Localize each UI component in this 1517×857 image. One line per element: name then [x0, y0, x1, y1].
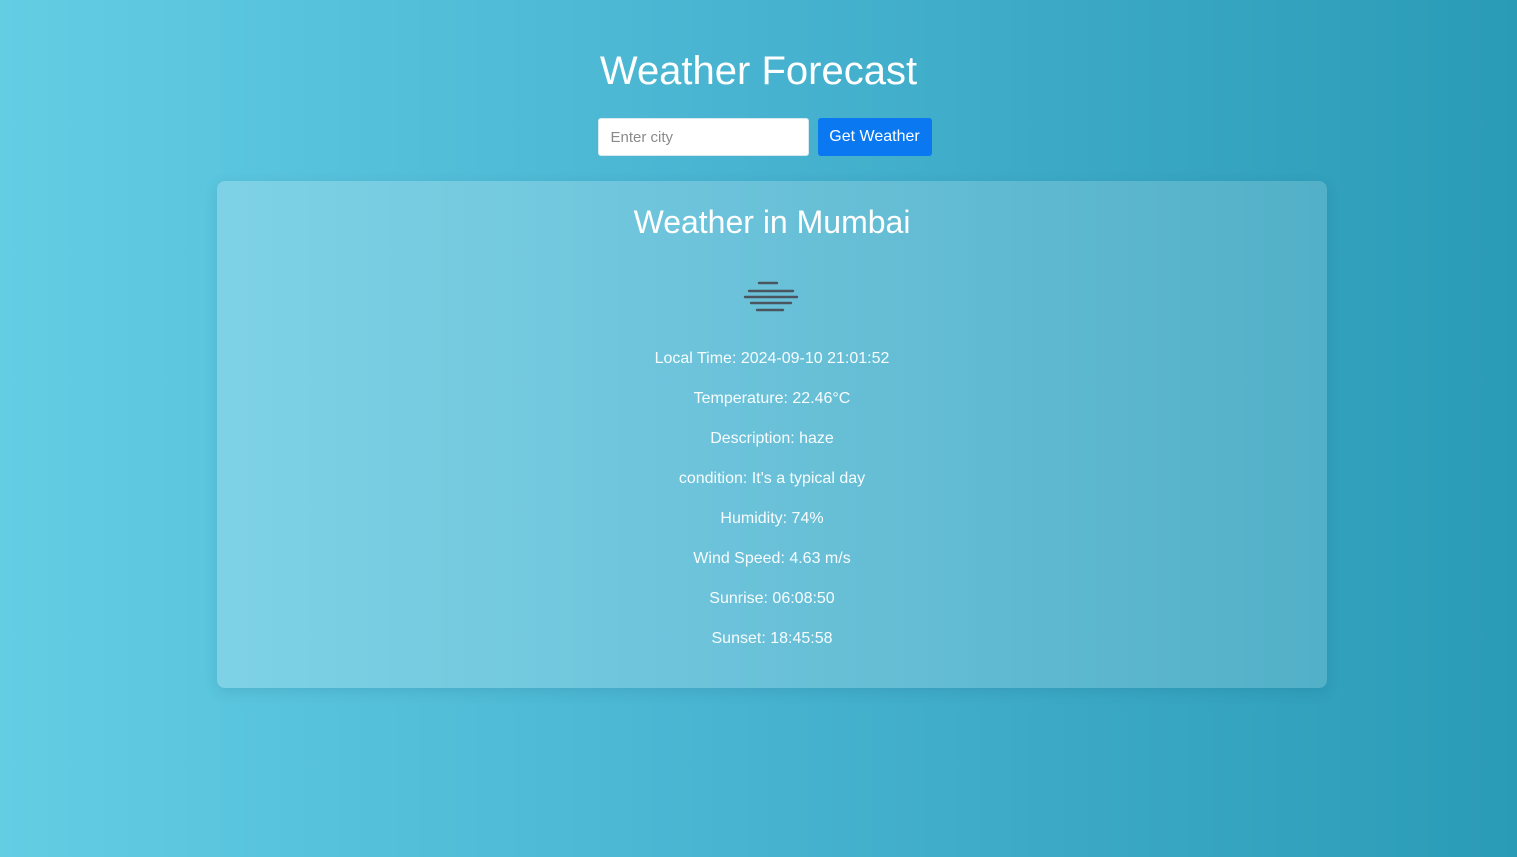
haze-icon [743, 281, 799, 312]
page-title: Weather Forecast [599, 49, 918, 93]
sunset-text: Sunset: 18:45:58 [711, 630, 833, 647]
sunrise-text: Sunrise: 06:08:50 [709, 590, 835, 607]
local-time-text: Local Time: 2024-09-10 21:01:52 [654, 350, 890, 367]
wind-speed-text: Wind Speed: 4.63 m/s [693, 550, 851, 567]
city-search-input[interactable] [597, 118, 809, 156]
search-bar: Get Weather [0, 118, 1517, 156]
condition-text: condition: It's a typical day [678, 470, 866, 487]
weather-card: Weather in Mumbai Local Time: 2024-09-10… [217, 181, 1327, 688]
get-weather-button[interactable]: Get Weather [817, 118, 932, 156]
description-text: Description: haze [710, 430, 834, 447]
temperature-text: Temperature: 22.46°C [693, 390, 851, 407]
weather-details: Local Time: 2024-09-10 21:01:52 Temperat… [217, 349, 1327, 669]
humidity-text: Humidity: 74% [720, 510, 824, 527]
weather-card-title: Weather in Mumbai [633, 204, 911, 240]
